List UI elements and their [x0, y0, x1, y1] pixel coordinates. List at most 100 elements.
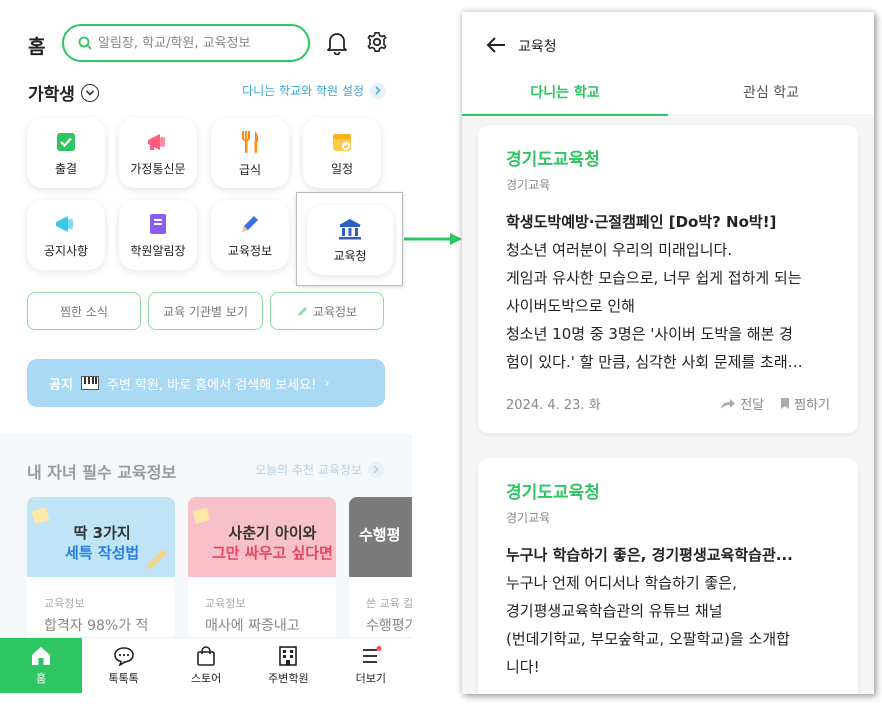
share-button[interactable]: 전달 [720, 394, 764, 413]
meal-icon [242, 130, 259, 153]
menu-label: 출결 [54, 161, 78, 176]
bookmark-button[interactable]: 찜하기 [780, 394, 830, 413]
nav-more[interactable]: 더보기 [330, 638, 412, 693]
card-image: 수행평 [349, 497, 412, 577]
nav-store[interactable]: 스토어 [165, 638, 247, 693]
menu-label: 일정 [330, 161, 354, 176]
share-arrow-icon [721, 398, 736, 409]
recommended-link[interactable]: 오늘의 추천 교육정보 [255, 461, 384, 478]
post-body-line: 누구나 언제 어디서나 학습하기 좋은, [506, 574, 737, 592]
post-body-line: 니다! [506, 658, 540, 676]
notice-banner[interactable]: 공지 주변 학원, 바로 홈에서 검색해 보세요! › [27, 359, 385, 407]
tab-attending-school[interactable]: 다니는 학교 [462, 76, 668, 116]
back-arrow-icon[interactable] [486, 36, 506, 54]
child-selector-row: 가학생 다니는 학교와 학원 설정 [26, 78, 386, 105]
menu-label: 교육청 [333, 248, 367, 263]
card-category: 교육정보 [44, 597, 85, 610]
post-body-line: 청소년 10명 중 3명은 '사이버 도박을 해본 경 [506, 325, 793, 343]
child-name: 가학생 [28, 85, 75, 105]
card-image-title: 딱 3가지 [73, 524, 131, 542]
notebook-icon [150, 213, 166, 234]
tab-interest-school[interactable]: 관심 학교 [668, 76, 874, 115]
menu-academy-notice[interactable]: 학원알림장 [119, 200, 197, 270]
chip-by-institution[interactable]: 교육 기관별 보기 [148, 292, 263, 330]
school-setting-link[interactable]: 다니는 학교와 학원 설정 [242, 82, 386, 99]
menu-attendance[interactable]: 출결 [27, 118, 105, 188]
nav-nearby-academy[interactable]: 주변학원 [247, 638, 329, 693]
office-building-icon [339, 218, 361, 239]
post-body: 누구나 언제 어디서나 학습하기 좋은, 경기평생교육학습관의 유튜브 채널 (… [506, 569, 830, 681]
home-icon [32, 646, 51, 665]
child-selector[interactable]: 가학생 [28, 80, 99, 105]
nav-label: 홈 [36, 671, 47, 685]
nav-label: 주변학원 [268, 671, 309, 685]
pencil-icon [242, 215, 258, 232]
post-body-line: 경기평생교육학습관의 유튜브 채널 [506, 602, 723, 620]
post-title: 학생도박예방·근절캠페인 [Do박? No박!] [506, 213, 777, 231]
chip-bookmarked-news[interactable]: 찜한 소식 [27, 292, 141, 330]
nav-label: 스토어 [190, 671, 222, 685]
pencil-icon [147, 549, 167, 569]
post-footer: 2024. 4. 23. 화 전달 찜하기 [506, 394, 830, 413]
menu-education-office[interactable]: 교육청 [307, 205, 393, 275]
megaphone-icon [148, 133, 165, 150]
menu-meal[interactable]: 급식 [211, 118, 289, 188]
post-card[interactable]: 경기도교육청 경기교육 누구나 학습하기 좋은, 경기평생교육학습관... 누구… [478, 458, 858, 694]
calendar-icon [333, 133, 351, 151]
post-body: 청소년 여러분이 우리의 미래입니다. 게임과 유사한 모습으로, 너무 쉽게 … [506, 236, 830, 376]
menu-newsletter[interactable]: 가정통신문 [119, 118, 197, 188]
chip-label: 교육 기관별 보기 [163, 304, 248, 319]
gear-icon[interactable] [366, 31, 388, 53]
section-title: 내 자녀 필수 교육정보 [27, 463, 177, 482]
card-description: 매사에 짜증내고 [205, 618, 300, 634]
home-screen: 홈 가학생 다니는 학교와 학원 설정 출결 가정통신문 [0, 0, 412, 709]
notice-tag: 공지 [49, 377, 73, 393]
bell-icon[interactable] [326, 31, 348, 55]
chip-edu-info[interactable]: 교육정보 [270, 292, 384, 330]
share-label: 전달 [740, 398, 765, 413]
post-card[interactable]: 경기도교육청 경기교육 학생도박예방·근절캠페인 [Do박? No박!] 청소년… [478, 125, 858, 433]
menu-label: 학원알림장 [130, 243, 186, 258]
card-image-subtitle: 그만 싸우고 싶다면 [212, 544, 333, 562]
menu-education-office-highlight: 교육청 [296, 192, 403, 286]
edu-info-section: 내 자녀 필수 교육정보 오늘의 추천 교육정보 딱 3가지 세특 작성법 교육… [0, 434, 412, 647]
info-card[interactable]: 수행평 쓴 교육 칼 수행평가 [349, 497, 412, 647]
menu-icon [362, 645, 382, 663]
tab-bar: 다니는 학교 관심 학교 [462, 76, 874, 116]
shopping-bag-icon [197, 645, 215, 666]
chat-icon [113, 646, 134, 666]
bookmark-icon [781, 398, 790, 409]
education-office-screen: 교육청 다니는 학교 관심 학교 경기도교육청 경기교육 학생도박예방·근절캠페… [462, 12, 874, 694]
post-body-line: 험이 있다.' 할 만큼, 심각한 사회 문제를 초래… [506, 353, 803, 371]
post-title: 누구나 학습하기 좋은, 경기평생교육학습관... [506, 546, 793, 564]
nav-label: 톡톡톡 [108, 671, 139, 685]
search-icon [78, 36, 92, 50]
card-image-subtitle: 세특 작성법 [65, 544, 140, 562]
announce-icon [56, 215, 73, 232]
menu-notice[interactable]: 공지사항 [27, 200, 105, 270]
notice-text: 주변 학원, 바로 홈에서 검색해 보세요! [106, 377, 317, 393]
pencil-icon [297, 307, 307, 316]
menu-schedule[interactable]: 일정 [303, 118, 381, 188]
menu-label: 가정통신문 [130, 161, 186, 176]
card-image: 사춘기 아이와 그만 싸우고 싶다면 [188, 497, 336, 577]
chip-label: 찜한 소식 [60, 304, 108, 319]
info-card[interactable]: 사춘기 아이와 그만 싸우고 싶다면 교육정보 매사에 짜증내고 [188, 497, 336, 647]
nav-talk[interactable]: 톡톡톡 [82, 638, 164, 693]
info-card[interactable]: 딱 3가지 세특 작성법 교육정보 합격자 98%가 적 [27, 497, 175, 647]
attendance-icon [57, 132, 75, 151]
sticky-note-icon [192, 507, 211, 524]
menu-edu-info[interactable]: 교육정보 [211, 200, 289, 270]
nav-home[interactable]: 홈 [0, 638, 83, 693]
post-date: 2024. 4. 23. 화 [506, 398, 601, 413]
post-body-line: 청소년 여러분이 우리의 미래입니다. [506, 241, 733, 259]
nav-label: 더보기 [355, 671, 387, 685]
post-body-line: 사이버도박으로 인해 [506, 297, 635, 315]
search-bar[interactable] [62, 24, 310, 62]
transition-arrow-icon [404, 233, 462, 245]
search-input[interactable] [98, 35, 298, 51]
card-image: 딱 3가지 세특 작성법 [27, 497, 175, 577]
chevron-down-icon [80, 83, 99, 102]
card-description: 합격자 98%가 적 [44, 618, 149, 634]
screen: 홈 가학생 다니는 학교와 학원 설정 출결 가정통신문 [0, 0, 882, 709]
